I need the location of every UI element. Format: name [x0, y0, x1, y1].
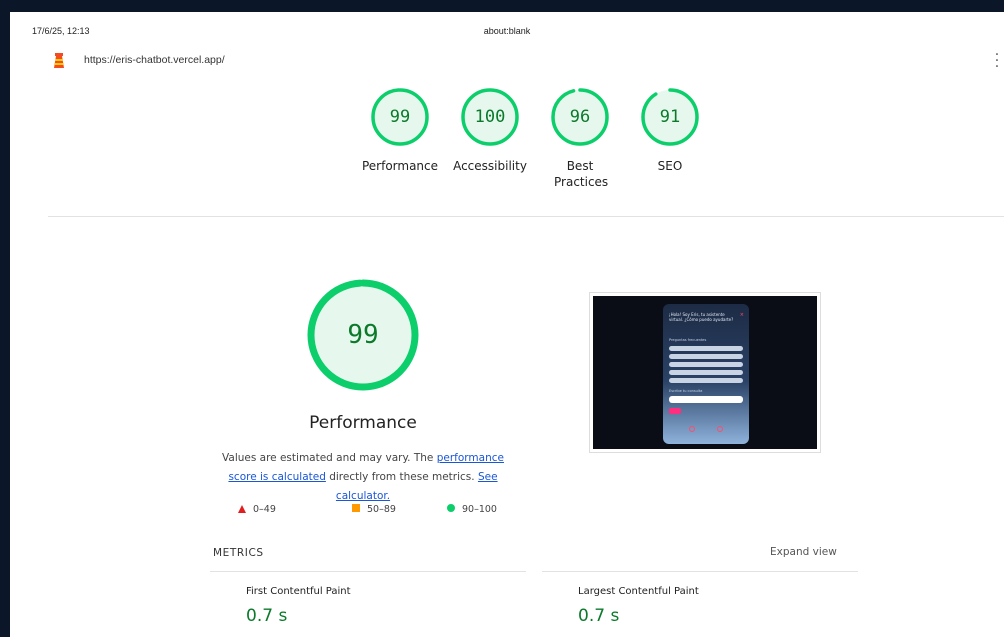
legend-label: 50–89	[367, 504, 396, 515]
gauge-score: 100	[474, 107, 506, 127]
gauge-label: Performance	[361, 159, 439, 173]
metric-value-fcp: 0.7 s	[246, 606, 288, 626]
more-vert-icon[interactable]: · · ·	[994, 48, 1000, 74]
score-scale-legend: 0–49 50–89 90–100	[238, 504, 528, 520]
print-header: 17/6/25, 12:13 about:blank	[10, 26, 1004, 40]
circle-icon	[447, 504, 455, 512]
legend-pass: 90–100	[447, 504, 497, 515]
performance-title: Performance	[309, 413, 417, 433]
gauge-label: Accessibility	[453, 159, 527, 173]
faq-chip	[669, 346, 743, 351]
chatbot-send	[669, 408, 681, 414]
nav-icon	[717, 426, 723, 432]
metric-value-lcp: 0.7 s	[578, 606, 620, 626]
expand-view-button[interactable]: Expand view	[770, 546, 837, 558]
gauge-label: SEO	[657, 159, 683, 173]
metrics-heading: METRICS	[213, 547, 264, 559]
performance-description: Values are estimated and may vary. The p…	[210, 449, 516, 506]
gauge-seo[interactable]: 91 SEO	[625, 88, 715, 174]
report-page: 17/6/25, 12:13 about:blank https://eris-…	[10, 12, 1004, 637]
category-gauges: 99 Performance 100 Accessibility 96 Best…	[10, 80, 1004, 210]
legend-label: 90–100	[462, 504, 497, 515]
gauge-label: Best Practices	[554, 159, 609, 189]
gauge-score: 96	[569, 107, 591, 127]
desc-mid: directly from these metrics.	[325, 471, 478, 483]
gauge-score: 91	[659, 107, 681, 127]
metric-name-fcp: First Contentful Paint	[246, 586, 351, 597]
report-url-bar: https://eris-chatbot.vercel.app/ · · ·	[10, 48, 1004, 74]
faq-chip	[669, 378, 743, 383]
metric-divider	[542, 571, 858, 572]
legend-fail: 0–49	[238, 504, 276, 515]
legend-average: 50–89	[352, 504, 396, 515]
performance-gauge: 99	[306, 278, 420, 392]
legend-label: 0–49	[253, 504, 276, 515]
gauge-accessibility[interactable]: 100 Accessibility	[445, 88, 535, 174]
gauge-score: 99	[389, 107, 411, 127]
metric-name-lcp: Largest Contentful Paint	[578, 586, 699, 597]
chatbot-preview: ¡Hola! Soy Eris, tu asistente virtual. ¿…	[663, 304, 749, 444]
desc-prefix: Values are estimated and may vary. The	[222, 452, 437, 464]
close-icon: ×	[739, 312, 744, 318]
gauge-best-practices[interactable]: 96 Best Practices	[535, 88, 625, 190]
lighthouse-icon	[54, 53, 64, 68]
section-divider	[48, 216, 1004, 217]
square-icon	[352, 504, 360, 512]
report-url[interactable]: https://eris-chatbot.vercel.app/	[84, 54, 225, 66]
triangle-icon	[238, 505, 246, 513]
final-screenshot[interactable]: ¡Hola! Soy Eris, tu asistente virtual. ¿…	[589, 292, 821, 453]
chatbot-input	[669, 396, 743, 403]
chatbot-greeting: ¡Hola! Soy Eris, tu asistente virtual. ¿…	[669, 312, 734, 322]
chatbot-prompt: Escribe tu consulta	[669, 389, 703, 393]
metric-divider	[210, 571, 526, 572]
faq-chip	[669, 354, 743, 359]
gauge-performance[interactable]: 99 Performance	[355, 88, 445, 174]
print-title: about:blank	[483, 26, 531, 36]
faq-chip	[669, 370, 743, 375]
screenshot-image: ¡Hola! Soy Eris, tu asistente virtual. ¿…	[593, 296, 817, 449]
performance-score: 99	[347, 320, 379, 350]
chatbot-section: Preguntas frecuentes	[669, 338, 707, 342]
nav-icon	[689, 426, 695, 432]
faq-chip	[669, 362, 743, 367]
